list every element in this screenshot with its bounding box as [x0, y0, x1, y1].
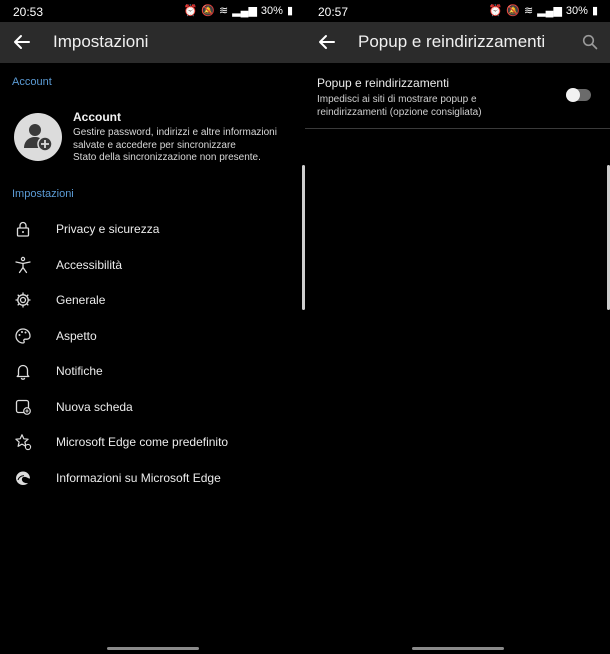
menu-item-label: Privacy e sicurezza [56, 222, 160, 236]
wifi-icon: ≋ [523, 5, 534, 17]
mute-icon: 🔕 [201, 5, 215, 17]
page-title: Impostazioni [53, 32, 149, 51]
status-icons: ⏰ 🔕 ≋ ▂▄▆ 30% ▮ [183, 4, 293, 18]
menu-item-general[interactable]: Generale [0, 283, 300, 317]
add-user-icon [24, 124, 53, 152]
app-bar: Popup e reindirizzamenti [305, 22, 610, 63]
status-time: 20:57 [318, 5, 349, 19]
alarm-icon: ⏰ [183, 5, 198, 17]
settings-screen: 20:53 ⏰ 🔕 ≋ ▂▄▆ 30% ▮ Impostazioni Accou… [0, 0, 305, 654]
alarm-icon: ⏰ [488, 5, 503, 17]
account-title: Account [73, 110, 121, 124]
palette-icon [15, 328, 31, 344]
menu-item-notifications[interactable]: Notifiche [0, 354, 300, 388]
battery-percent: 30% [565, 4, 588, 17]
menu-item-appearance[interactable]: Aspetto [0, 319, 300, 353]
app-bar: Impostazioni [0, 22, 305, 63]
signal-icon: ▂▄▆ [232, 5, 257, 17]
status-bar: 20:57 ⏰ 🔕 ≋ ▂▄▆ 30% ▮ [305, 0, 610, 22]
status-time: 20:53 [13, 5, 44, 19]
status-icons: ⏰ 🔕 ≋ ▂▄▆ 30% ▮ [488, 4, 598, 18]
menu-item-default-browser[interactable]: Microsoft Edge come predefinito [0, 425, 300, 459]
menu-item-label: Notifiche [56, 364, 103, 378]
lock-icon [16, 221, 30, 237]
menu-item-about[interactable]: Informazioni su Microsoft Edge [0, 461, 300, 495]
bell-icon [16, 364, 30, 380]
edge-logo-icon [16, 471, 30, 485]
menu-item-label: Nuova scheda [56, 400, 133, 414]
battery-percent: 30% [260, 4, 283, 17]
signal-icon: ▂▄▆ [537, 5, 562, 17]
account-description: Gestire password, indirizzi e altre info… [73, 127, 277, 151]
menu-item-privacy[interactable]: Privacy e sicurezza [0, 212, 300, 246]
search-icon[interactable] [582, 34, 598, 50]
avatar [14, 113, 62, 161]
new-tab-icon [15, 399, 31, 415]
page-title: Popup e reindirizzamenti [358, 32, 546, 51]
account-section-header: Account [12, 76, 52, 88]
menu-item-label: Informazioni su Microsoft Edge [56, 471, 221, 485]
menu-item-label: Microsoft Edge come predefinito [56, 435, 229, 449]
status-bar: 20:53 ⏰ 🔕 ≋ ▂▄▆ 30% ▮ [0, 0, 305, 22]
popup-settings-screen: 20:57 ⏰ 🔕 ≋ ▂▄▆ 30% ▮ Popup e reindirizz… [305, 0, 610, 654]
battery-icon: ▮ [286, 5, 293, 17]
back-arrow-icon[interactable] [317, 32, 337, 52]
mute-icon: 🔕 [506, 5, 520, 17]
gear-icon [15, 292, 31, 308]
preference-description: Impedisci ai siti di mostrare popup e re… [317, 94, 482, 118]
menu-item-new-tab[interactable]: Nuova scheda [0, 390, 300, 424]
sync-status: Stato della sincronizzazione non present… [73, 152, 261, 163]
popup-preference-row[interactable]: Popup e reindirizzamenti Impedisci ai si… [317, 76, 597, 119]
star-settings-icon [15, 434, 32, 451]
wifi-icon: ≋ [218, 5, 229, 17]
settings-section-header: Impostazioni [12, 188, 74, 200]
divider [305, 128, 610, 129]
accessibility-icon [15, 256, 31, 274]
gesture-nav-bar[interactable] [107, 647, 199, 650]
back-arrow-icon[interactable] [12, 32, 32, 52]
battery-icon: ▮ [591, 5, 598, 17]
gesture-nav-bar[interactable] [412, 647, 504, 650]
popup-block-toggle[interactable] [566, 88, 591, 102]
menu-item-label: Aspetto [56, 329, 97, 343]
preference-title: Popup e reindirizzamenti [317, 76, 450, 90]
menu-item-label: Accessibilità [56, 258, 123, 272]
toggle-knob [566, 88, 580, 102]
menu-item-accessibility[interactable]: Accessibilità [0, 248, 300, 282]
menu-item-label: Generale [56, 293, 106, 307]
